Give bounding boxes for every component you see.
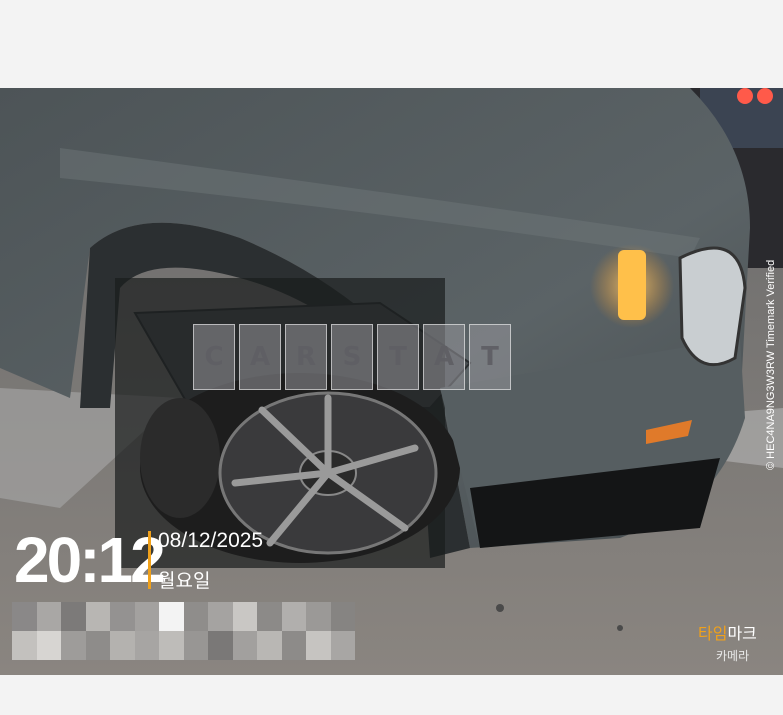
timemark-logo-subtitle: 카메라 <box>716 649 750 663</box>
watermark-letter: C <box>193 324 235 390</box>
watermark-letter: A <box>239 324 281 390</box>
watermark-letter: R <box>285 324 327 390</box>
carstat-watermark: C A R S T A T <box>193 324 511 390</box>
pixelated-address <box>12 602 355 660</box>
headlight <box>678 246 747 367</box>
timestamp-weekday: 월요일 <box>158 570 211 592</box>
timestamp-time: 20:12 <box>14 524 166 596</box>
watermark-letter: T <box>469 324 511 390</box>
watermark-letter: A <box>423 324 465 390</box>
timestamp-separator <box>148 531 151 589</box>
timemark-logo: 타임마크 <box>698 624 757 643</box>
turn-signal <box>618 250 646 320</box>
timemark-verified-label: © HEC4NA9NG3W3RW Timemark Verified <box>765 259 777 470</box>
watermark-letter: S <box>331 324 373 390</box>
timestamp-date: 08/12/2025 <box>158 529 264 552</box>
watermark-letter: T <box>377 324 419 390</box>
